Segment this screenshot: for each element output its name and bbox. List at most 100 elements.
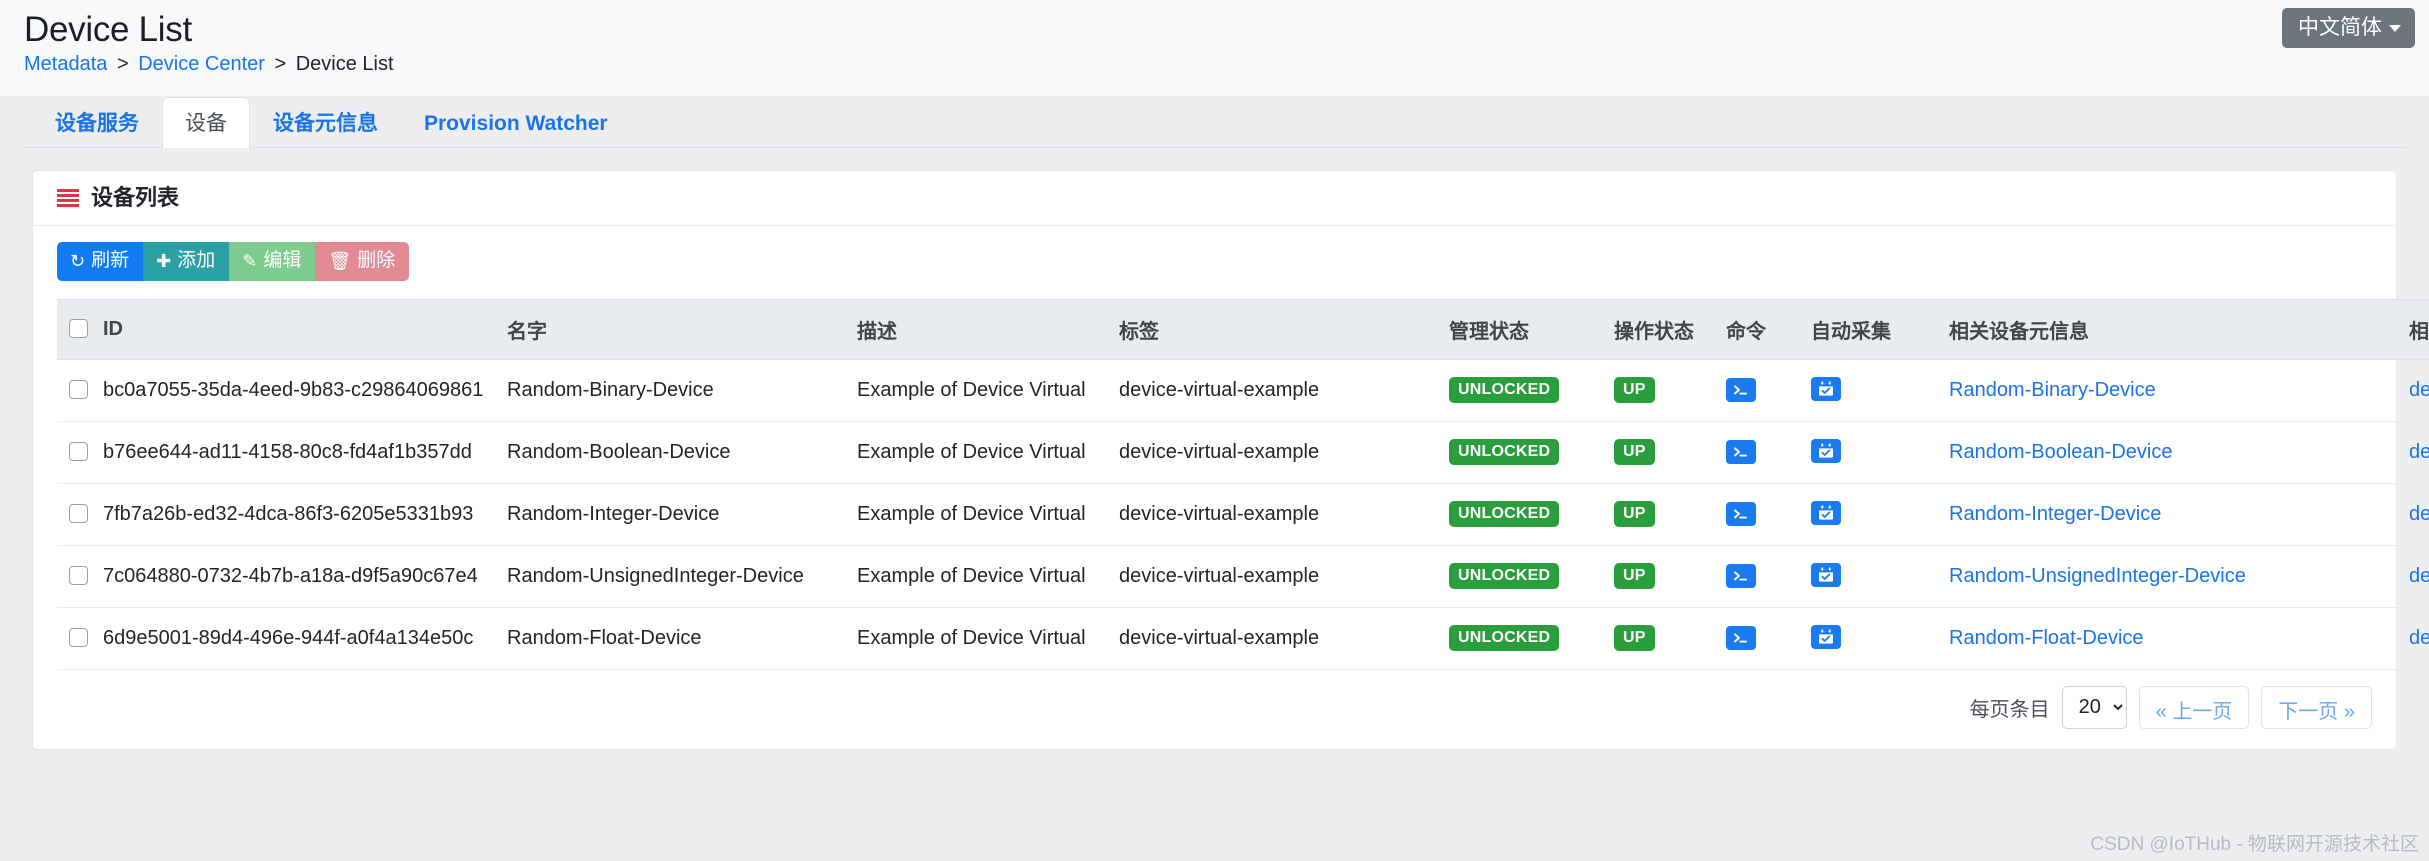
cell-command — [1726, 483, 1811, 546]
device-profile-link[interactable]: Random-Float-Device — [1949, 627, 2144, 649]
row-checkbox[interactable] — [69, 565, 88, 585]
cell-device-profile: Random-UnsignedInteger-Device — [1949, 545, 2409, 608]
admin-state-badge: UNLOCKED — [1449, 501, 1560, 528]
page-title: Device List — [24, 10, 192, 49]
row-checkbox[interactable] — [69, 441, 88, 461]
calendar-check-icon[interactable] — [1811, 438, 1841, 463]
cell-auto-collect — [1811, 483, 1949, 546]
column-header-admin-state[interactable]: 管理状态 — [1449, 298, 1614, 360]
terminal-icon[interactable] — [1726, 625, 1756, 650]
row-select-cell — [57, 359, 103, 422]
cell-admin-state: UNLOCKED — [1449, 545, 1614, 608]
device-service-link[interactable]: device-virtual — [2409, 379, 2429, 401]
cell-device-profile: Random-Float-Device — [1949, 607, 2409, 670]
cell-device-profile: Random-Binary-Device — [1949, 359, 2409, 422]
device-profile-link[interactable]: Random-UnsignedInteger-Device — [1949, 565, 2246, 587]
table-row[interactable]: b76ee644-ad11-4158-80c8-fd4af1b357dd Rand… — [57, 421, 2429, 484]
calendar-check-icon[interactable] — [1811, 624, 1841, 649]
cell-description: Example of Device Virtual — [857, 359, 1119, 422]
cell-command — [1726, 359, 1811, 422]
calendar-check-icon[interactable] — [1811, 500, 1841, 525]
terminal-icon[interactable] — [1726, 563, 1756, 588]
cell-name: Random-Integer-Device — [507, 483, 857, 546]
column-select-all — [57, 298, 103, 360]
list-icon — [57, 189, 79, 207]
table-row[interactable]: 7fb7a26b-ed32-4dca-86f3-6205e5331b93 Rand… — [57, 483, 2429, 546]
cell-device-service: device-virtual — [2409, 607, 2429, 670]
terminal-icon[interactable] — [1726, 377, 1756, 402]
cell-id: bc0a7055-35da-4eed-9b83-c29864069861 — [103, 359, 507, 422]
cell-admin-state: UNLOCKED — [1449, 359, 1614, 422]
chevron-down-icon — [2389, 25, 2401, 32]
cell-device-service: device-virtual — [2409, 359, 2429, 422]
table-head: ID 名字 描述 标签 管理状态 操作状态 命令 自动采集 相关设备元信息 相关… — [57, 298, 2429, 360]
cell-device-service: device-virtual — [2409, 483, 2429, 546]
breadcrumb-separator: > — [274, 53, 287, 76]
row-checkbox[interactable] — [69, 503, 88, 523]
column-header-labels[interactable]: 标签 — [1119, 298, 1449, 360]
column-header-operating-state[interactable]: 操作状态 — [1614, 298, 1726, 360]
add-button-label: 添加 — [177, 250, 216, 271]
refresh-button[interactable]: ↻ 刷新 — [57, 242, 144, 281]
calendar-check-icon[interactable] — [1811, 562, 1841, 587]
device-service-link[interactable]: device-virtual — [2409, 503, 2429, 525]
add-button[interactable]: ✚ 添加 — [143, 242, 230, 281]
column-header-id[interactable]: ID — [103, 298, 507, 360]
operating-state-badge: UP — [1614, 377, 1655, 404]
cell-name: Random-Binary-Device — [507, 359, 857, 422]
admin-state-badge: UNLOCKED — [1449, 563, 1560, 590]
operating-state-badge: UP — [1614, 563, 1655, 590]
cell-labels: device-virtual-example — [1119, 483, 1449, 546]
toolbar: ↻ 刷新 ✚ 添加 ✎ 编辑 🗑 删除 — [57, 242, 2372, 281]
tab-device-service[interactable]: 设备服务 — [32, 97, 162, 148]
tab-device[interactable]: 设备 — [162, 96, 250, 148]
column-header-command[interactable]: 命令 — [1726, 298, 1811, 360]
row-checkbox[interactable] — [69, 379, 88, 399]
terminal-icon[interactable] — [1726, 439, 1756, 464]
device-profile-link[interactable]: Random-Integer-Device — [1949, 503, 2161, 525]
edit-button[interactable]: ✎ 编辑 — [229, 242, 316, 281]
refresh-button-label: 刷新 — [91, 250, 130, 271]
previous-page-button[interactable]: « 上一页 — [2138, 685, 2250, 729]
device-table: ID 名字 描述 标签 管理状态 操作状态 命令 自动采集 相关设备元信息 相关… — [57, 298, 2429, 670]
select-all-checkbox[interactable] — [69, 318, 88, 338]
language-selector-button[interactable]: 中文简体 — [2282, 8, 2415, 49]
column-header-device-service[interactable]: 相关设备服务 — [2409, 298, 2429, 360]
admin-state-badge: UNLOCKED — [1449, 439, 1560, 466]
table-row[interactable]: 7c064880-0732-4b7b-a18a-d9f5a90c67e4 Rand… — [57, 545, 2429, 608]
cell-auto-collect — [1811, 607, 1949, 670]
row-checkbox[interactable] — [69, 627, 88, 647]
admin-state-badge: UNLOCKED — [1449, 377, 1560, 404]
device-service-link[interactable]: device-virtual — [2409, 627, 2429, 649]
device-profile-link[interactable]: Random-Boolean-Device — [1949, 441, 2172, 463]
column-header-description[interactable]: 描述 — [857, 298, 1119, 360]
edit-button-label: 编辑 — [263, 250, 302, 271]
column-header-device-profile[interactable]: 相关设备元信息 — [1949, 298, 2409, 360]
tab-device-profile[interactable]: 设备元信息 — [250, 97, 401, 148]
trash-icon: 🗑 — [328, 250, 352, 271]
cell-description: Example of Device Virtual — [857, 483, 1119, 546]
cell-operating-state: UP — [1614, 421, 1726, 484]
cell-auto-collect — [1811, 359, 1949, 422]
table-row[interactable]: bc0a7055-35da-4eed-9b83-c29864069861 Rand… — [57, 359, 2429, 422]
cell-description: Example of Device Virtual — [857, 545, 1119, 608]
device-service-link[interactable]: device-virtual — [2409, 565, 2429, 587]
tab-provision-watcher[interactable]: Provision Watcher — [401, 97, 631, 148]
next-page-button[interactable]: 下一页 » — [2261, 685, 2372, 729]
breadcrumb-item-metadata[interactable]: Metadata — [24, 53, 107, 75]
tab-bar: 设备服务 设备 设备元信息 Provision Watcher — [22, 96, 2407, 148]
cell-device-service: device-virtual — [2409, 421, 2429, 484]
page-size-select[interactable]: 20 — [2061, 685, 2127, 729]
cell-description: Example of Device Virtual — [857, 421, 1119, 484]
delete-button[interactable]: 🗑 删除 — [315, 242, 410, 281]
calendar-check-icon[interactable] — [1811, 376, 1841, 401]
terminal-icon[interactable] — [1726, 501, 1756, 526]
device-profile-link[interactable]: Random-Binary-Device — [1949, 379, 2156, 401]
column-header-auto-collect[interactable]: 自动采集 — [1811, 298, 1949, 360]
delete-button-label: 删除 — [357, 250, 396, 271]
device-service-link[interactable]: device-virtual — [2409, 441, 2429, 463]
breadcrumb-item-device-center[interactable]: Device Center — [138, 53, 265, 75]
table-row[interactable]: 6d9e5001-89d4-496e-944f-a0f4a134e50c Rand… — [57, 607, 2429, 670]
cell-id: 6d9e5001-89d4-496e-944f-a0f4a134e50c — [103, 607, 507, 670]
column-header-name[interactable]: 名字 — [507, 298, 857, 360]
